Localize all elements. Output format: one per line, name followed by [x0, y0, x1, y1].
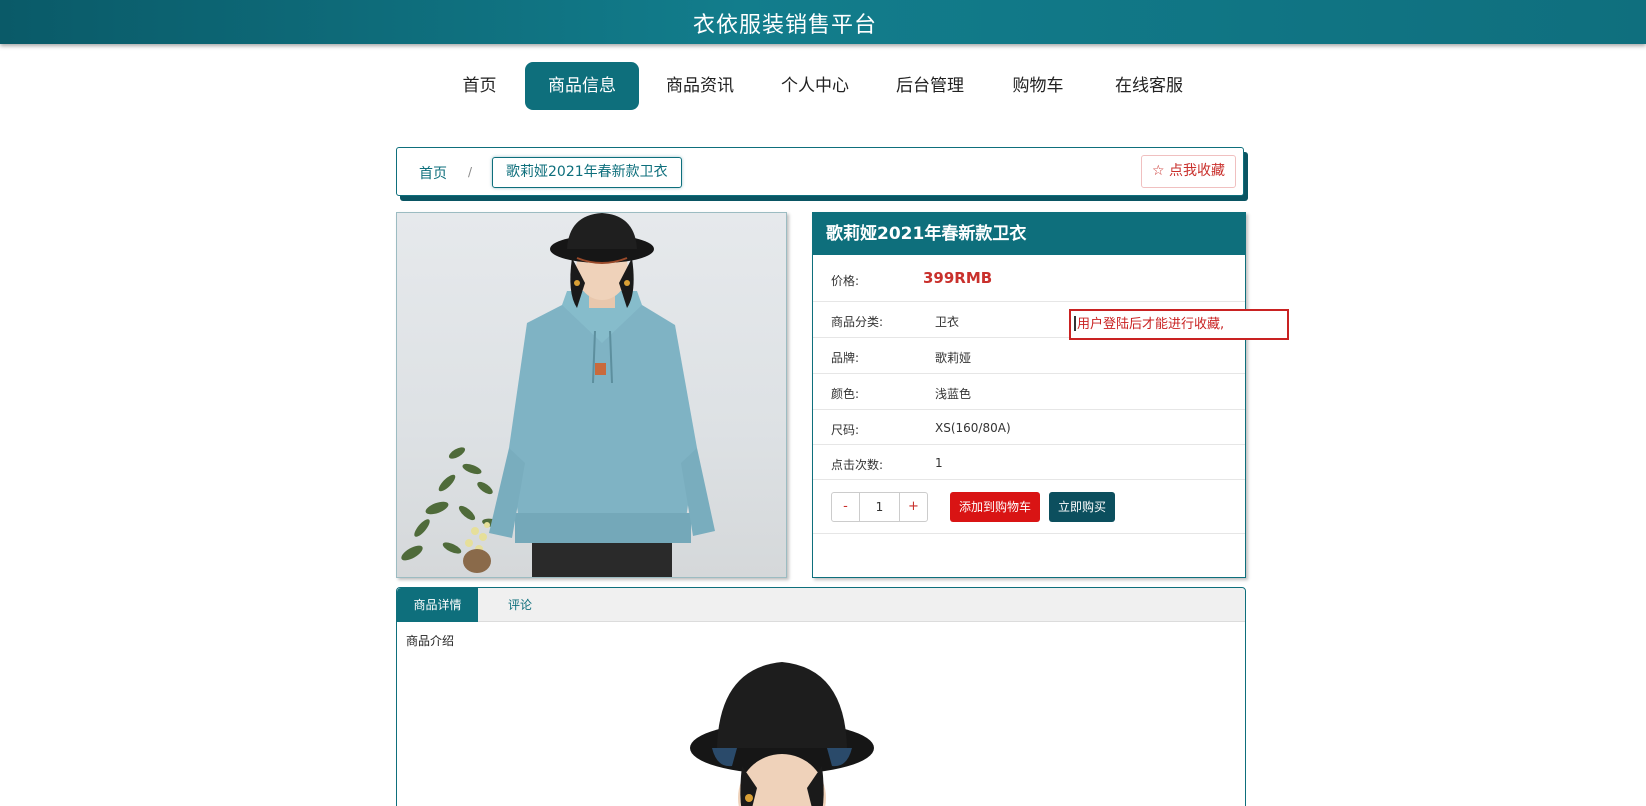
field-label: 颜色: [831, 387, 860, 401]
favorite-button[interactable]: ☆ 点我收藏 [1140, 155, 1236, 188]
product-title: 歌莉娅2021年春新款卫衣 [813, 213, 1245, 255]
field-value: 歌莉娅 [935, 351, 972, 365]
text-cursor-icon [1074, 316, 1076, 331]
field-label: 尺码: [831, 423, 860, 437]
field-row-color: 颜色: 浅蓝色 [813, 374, 1245, 410]
field-value: 卫衣 [935, 315, 960, 329]
nav-item-admin[interactable]: 后台管理 [887, 62, 973, 110]
add-to-cart-button[interactable]: 添加到购物车 [950, 492, 1041, 522]
favorite-button-label: 点我收藏 [1169, 163, 1225, 179]
detail-image [657, 648, 907, 806]
nav-item-products[interactable]: 商品信息 [525, 62, 639, 110]
quantity-input[interactable] [860, 493, 899, 521]
tab-comments[interactable]: 评论 [478, 588, 562, 622]
nav-item-home[interactable]: 首页 [449, 62, 510, 110]
price-row: 价格: 399RMB [813, 255, 1245, 302]
field-value: XS(160/80A) [935, 421, 1011, 435]
login-required-tooltip: 用户登陆后才能进行收藏, [1069, 309, 1289, 340]
field-label: 商品分类: [831, 315, 884, 329]
field-row-clicks: 点击次数: 1 [813, 445, 1245, 480]
quantity-stepper: - + [831, 492, 928, 522]
field-value: 浅蓝色 [935, 387, 972, 401]
breadcrumb-home-link[interactable]: 首页 [419, 163, 447, 183]
breadcrumb: 首页 / 歌莉娅2021年春新款卫衣 ☆ 点我收藏 [396, 147, 1244, 196]
product-info-panel: 歌莉娅2021年春新款卫衣 价格: 399RMB 商品分类: 卫衣 品牌: 歌莉… [812, 212, 1246, 578]
field-label: 点击次数: [831, 458, 884, 472]
nav-item-cart[interactable]: 购物车 [1003, 62, 1073, 110]
nav-item-news[interactable]: 商品资讯 [657, 62, 743, 110]
price-value: 399RMB [923, 269, 993, 287]
field-value: 1 [935, 456, 943, 470]
quantity-increase-button[interactable]: + [899, 493, 927, 521]
product-intro-heading: 商品介绍 [406, 634, 455, 648]
site-header: 衣依服装销售平台 [0, 0, 1646, 44]
main-nav: 首页 商品信息 商品资讯 个人中心 后台管理 购物车 在线客服 [0, 62, 1646, 110]
star-outline-icon: ☆ [1151, 163, 1165, 179]
buy-now-button[interactable]: 立即购买 [1049, 492, 1116, 522]
breadcrumb-current[interactable]: 歌莉娅2021年春新款卫衣 [492, 157, 682, 188]
breadcrumb-separator: / [468, 165, 473, 179]
detail-tab-bar: 商品详情 评论 [397, 588, 1245, 622]
nav-item-profile[interactable]: 个人中心 [772, 62, 858, 110]
price-label: 价格: [831, 274, 860, 288]
nav-item-support[interactable]: 在线客服 [1105, 62, 1193, 110]
product-image [396, 212, 787, 578]
product-detail-panel: 商品详情 评论 商品介绍 [396, 587, 1246, 806]
field-row-size: 尺码: XS(160/80A) [813, 410, 1245, 445]
product-photo [401, 213, 715, 577]
field-row-brand: 品牌: 歌莉娅 [813, 338, 1245, 374]
detail-photo [690, 662, 874, 806]
quantity-decrease-button[interactable]: - [832, 493, 860, 521]
tab-details[interactable]: 商品详情 [397, 588, 478, 622]
site-title: 衣依服装销售平台 [692, 13, 877, 38]
field-label: 品牌: [831, 351, 860, 365]
